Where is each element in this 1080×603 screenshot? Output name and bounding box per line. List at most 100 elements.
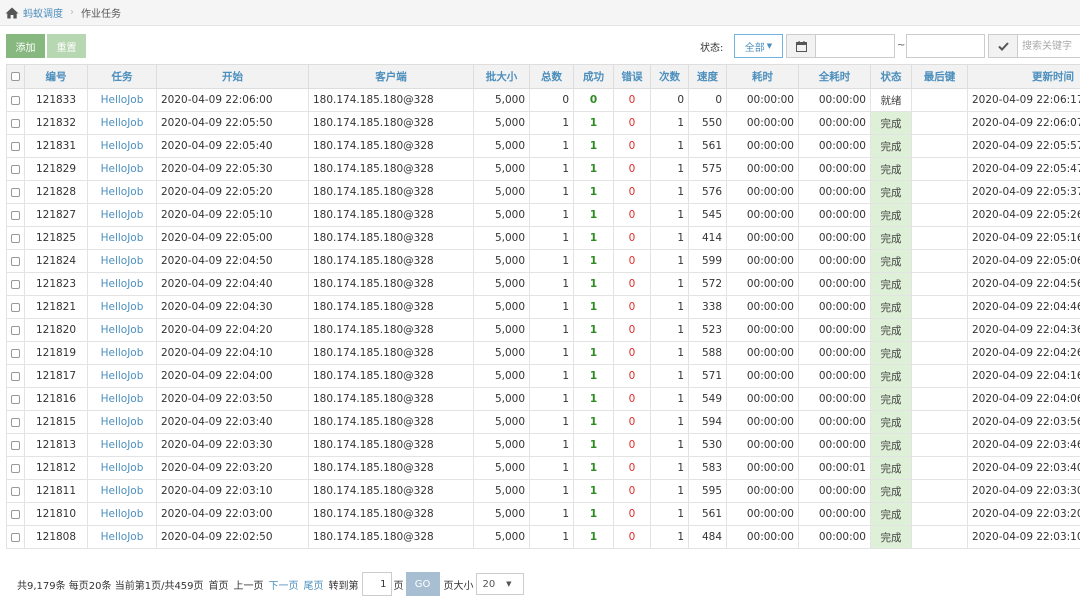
search-submit-button[interactable] xyxy=(988,34,1018,58)
reset-button[interactable]: 重置 xyxy=(47,34,86,58)
cell-speed: 338 xyxy=(688,295,727,319)
cell-error: 0 xyxy=(613,111,651,135)
task-link[interactable]: HelloJob xyxy=(87,525,157,549)
cell-speed: 572 xyxy=(688,272,727,296)
cell-updated: 2020-04-09 22:05:16 xyxy=(967,226,1080,250)
column-header[interactable]: 批大小 xyxy=(473,64,530,89)
search-input[interactable] xyxy=(1017,34,1080,58)
cell-success: 1 xyxy=(573,364,614,388)
task-link[interactable]: HelloJob xyxy=(87,226,157,250)
first-page-link[interactable]: 首页 xyxy=(209,577,229,592)
add-button[interactable]: 添加 xyxy=(6,34,45,58)
row-checkbox[interactable] xyxy=(6,341,25,365)
column-header[interactable]: 速度 xyxy=(688,64,727,89)
end-date-input[interactable] xyxy=(906,34,985,58)
column-header[interactable]: 次数 xyxy=(650,64,689,89)
column-header[interactable]: 成功 xyxy=(573,64,614,89)
row-checkbox[interactable] xyxy=(6,272,25,296)
cell-error: 0 xyxy=(613,226,651,250)
column-header[interactable]: 更新时间 xyxy=(967,64,1080,89)
select-all-checkbox[interactable] xyxy=(6,64,25,89)
cell-client: 180.174.185.180@328 xyxy=(308,525,474,549)
task-link[interactable]: HelloJob xyxy=(87,111,157,135)
row-checkbox[interactable] xyxy=(6,180,25,204)
cell-id: 121812 xyxy=(24,456,88,480)
row-checkbox[interactable] xyxy=(6,226,25,250)
cell-success: 1 xyxy=(573,249,614,273)
column-header[interactable]: 状态 xyxy=(870,64,912,89)
next-page-link[interactable]: 下一页 xyxy=(269,577,299,592)
column-header[interactable]: 总数 xyxy=(529,64,574,89)
go-button[interactable]: GO xyxy=(405,572,440,596)
cell-client: 180.174.185.180@328 xyxy=(308,410,474,434)
table-row: 121817 HelloJob 2020-04-09 22:04:00 180.174… xyxy=(6,364,1080,388)
cell-last-key xyxy=(911,203,968,227)
cell-last-key xyxy=(911,295,968,319)
task-link[interactable]: HelloJob xyxy=(87,88,157,112)
task-link[interactable]: HelloJob xyxy=(87,387,157,411)
column-header[interactable]: 全耗时 xyxy=(798,64,871,89)
row-checkbox[interactable] xyxy=(6,88,25,112)
task-link[interactable]: HelloJob xyxy=(87,479,157,503)
column-header[interactable]: 开始 xyxy=(156,64,309,89)
cell-error: 0 xyxy=(613,134,651,158)
row-checkbox[interactable] xyxy=(6,111,25,135)
column-header[interactable]: 客户端 xyxy=(308,64,474,89)
task-link[interactable]: HelloJob xyxy=(87,341,157,365)
row-checkbox[interactable] xyxy=(6,525,25,549)
row-checkbox[interactable] xyxy=(6,479,25,503)
cell-error: 0 xyxy=(613,502,651,526)
cell-start: 2020-04-09 22:05:20 xyxy=(156,180,309,204)
calendar-button[interactable] xyxy=(786,34,816,58)
cell-updated: 2020-04-09 22:05:37 xyxy=(967,180,1080,204)
task-link[interactable]: HelloJob xyxy=(87,364,157,388)
cell-cost: 00:00:00 xyxy=(726,318,799,342)
cell-batch: 5,000 xyxy=(473,157,530,181)
cell-cost: 00:00:00 xyxy=(726,180,799,204)
cell-status: 完成 xyxy=(870,364,912,388)
row-checkbox[interactable] xyxy=(6,134,25,158)
row-checkbox[interactable] xyxy=(6,456,25,480)
cell-speed: 523 xyxy=(688,318,727,342)
task-link[interactable]: HelloJob xyxy=(87,203,157,227)
task-link[interactable]: HelloJob xyxy=(87,249,157,273)
page-size-select[interactable]: 20 ▼ xyxy=(475,573,524,595)
task-link[interactable]: HelloJob xyxy=(87,318,157,342)
column-header[interactable]: 任务 xyxy=(87,64,157,89)
task-link[interactable]: HelloJob xyxy=(87,410,157,434)
status-filter-dropdown[interactable]: 全部 ▼ xyxy=(734,34,783,58)
last-page-link[interactable]: 尾页 xyxy=(304,577,324,592)
cell-total: 0 xyxy=(529,88,574,112)
column-header[interactable]: 错误 xyxy=(613,64,651,89)
column-header[interactable]: 耗时 xyxy=(726,64,799,89)
page-number-input[interactable]: 1 xyxy=(361,572,392,596)
row-checkbox[interactable] xyxy=(6,433,25,457)
column-header[interactable]: 最后键 xyxy=(911,64,968,89)
row-checkbox[interactable] xyxy=(6,203,25,227)
cell-times: 1 xyxy=(650,410,689,434)
cell-client: 180.174.185.180@328 xyxy=(308,387,474,411)
task-link[interactable]: HelloJob xyxy=(87,157,157,181)
row-checkbox[interactable] xyxy=(6,249,25,273)
row-checkbox[interactable] xyxy=(6,295,25,319)
task-link[interactable]: HelloJob xyxy=(87,295,157,319)
task-link[interactable]: HelloJob xyxy=(87,134,157,158)
prev-page-link[interactable]: 上一页 xyxy=(234,577,264,592)
row-checkbox[interactable] xyxy=(6,502,25,526)
row-checkbox[interactable] xyxy=(6,410,25,434)
row-checkbox[interactable] xyxy=(6,364,25,388)
column-header[interactable]: 编号 xyxy=(24,64,88,89)
table-row: 121815 HelloJob 2020-04-09 22:03:40 180.174… xyxy=(6,410,1080,434)
row-checkbox[interactable] xyxy=(6,318,25,342)
task-link[interactable]: HelloJob xyxy=(87,272,157,296)
task-link[interactable]: HelloJob xyxy=(87,502,157,526)
task-link[interactable]: HelloJob xyxy=(87,433,157,457)
row-checkbox[interactable] xyxy=(6,387,25,411)
start-date-input[interactable] xyxy=(815,34,895,58)
cell-total: 1 xyxy=(529,387,574,411)
cell-error: 0 xyxy=(613,318,651,342)
task-link[interactable]: HelloJob xyxy=(87,456,157,480)
task-link[interactable]: HelloJob xyxy=(87,180,157,204)
breadcrumb-home-link[interactable]: 蚂蚁调度 xyxy=(23,5,63,20)
row-checkbox[interactable] xyxy=(6,157,25,181)
